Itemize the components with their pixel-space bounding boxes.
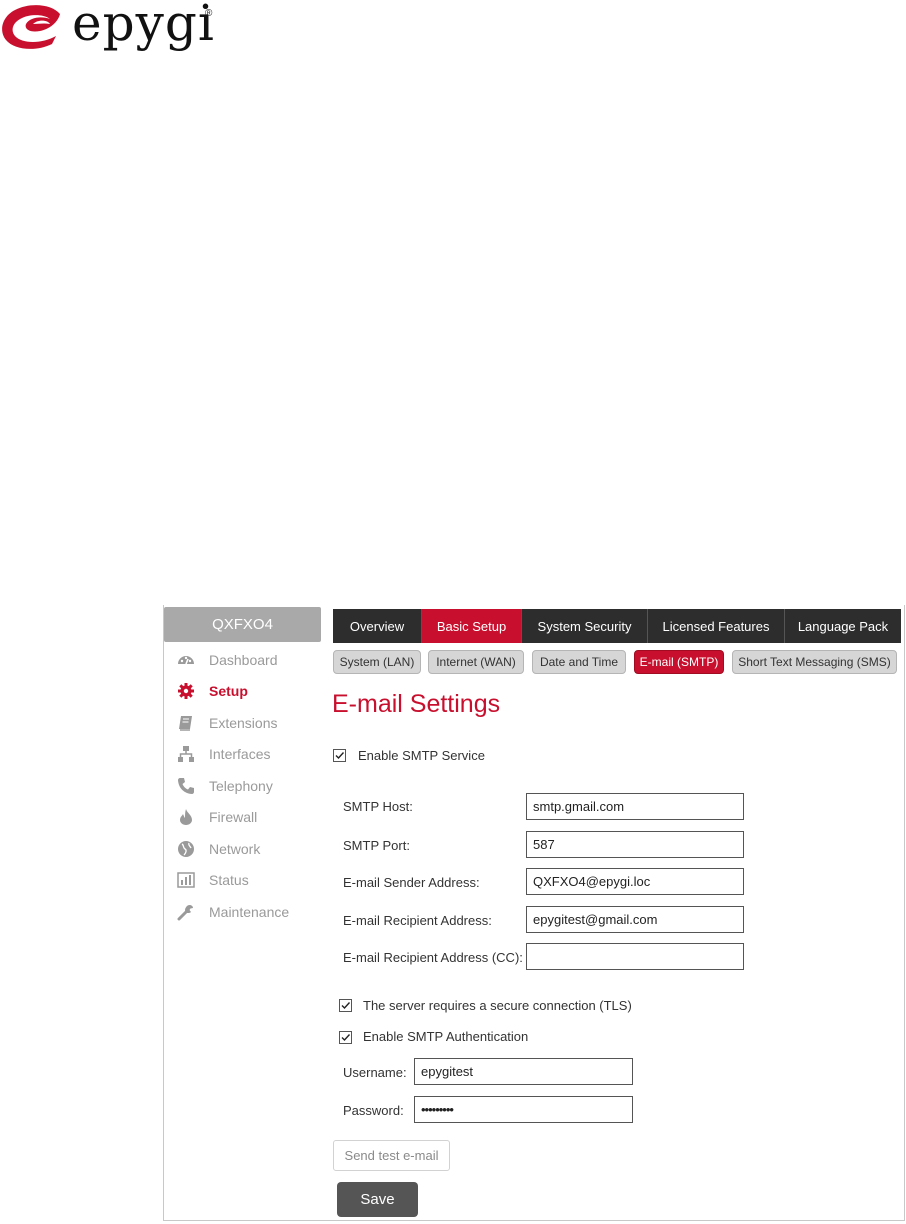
smtp-host-label: SMTP Host: [343,799,413,814]
smtp-port-input[interactable]: 587 [526,831,744,858]
wrench-icon [176,903,196,921]
sidebar-item-label: Maintenance [209,903,290,920]
device-name: QXFXO4 [164,607,321,642]
recipient-address-label: E-mail Recipient Address: [343,913,492,928]
sender-address-label: E-mail Sender Address: [343,875,480,890]
bar-chart-icon [176,871,196,889]
phone-icon [176,777,196,795]
sidebar-item-label: Extensions [209,714,278,731]
sidebar-item-label: Dashboard [209,651,278,668]
subtab-system-lan[interactable]: System (LAN) [333,650,421,674]
subtab-internet-wan[interactable]: Internet (WAN) [428,650,524,674]
recipient-address-input[interactable]: epygitest@gmail.com [526,906,744,933]
checkmark-icon [341,1034,351,1042]
sidebar-item-label: Telephony [209,777,273,794]
subtab-sms[interactable]: Short Text Messaging (SMS) [732,650,897,674]
top-nav: Overview Basic Setup System Security Lic… [333,609,901,643]
sidebar-item-label: Status [209,872,249,889]
page-title: E-mail Settings [332,690,501,718]
tab-licensed-features[interactable]: Licensed Features [648,609,785,643]
username-input[interactable]: epygitest [414,1058,633,1085]
sidebar-item-telephony[interactable]: Telephony [176,770,326,802]
dashboard-icon [176,651,196,669]
fire-icon [176,808,196,826]
sidebar-item-label: Setup [209,683,248,700]
sidebar-item-label: Interfaces [209,746,271,763]
subtab-email-smtp[interactable]: E-mail (SMTP) [634,650,724,674]
sidebar-item-dashboard[interactable]: Dashboard [176,644,326,676]
sidebar-item-setup[interactable]: Setup [176,676,326,708]
subtab-date-time[interactable]: Date and Time [532,650,626,674]
recipient-cc-input[interactable] [526,943,744,970]
password-label: Password: [343,1103,404,1118]
checkmark-icon [335,752,345,760]
tab-overview[interactable]: Overview [333,609,422,643]
smtp-auth-checkbox[interactable] [339,1031,352,1044]
sidebar: Dashboard Setup Extensions Interfaces Te… [176,644,326,928]
smtp-auth-label: Enable SMTP Authentication [363,1029,529,1044]
smtp-port-label: SMTP Port: [343,838,410,853]
enable-smtp-label: Enable SMTP Service [358,748,485,763]
sidebar-item-status[interactable]: Status [176,865,326,897]
sidebar-item-interfaces[interactable]: Interfaces [176,739,326,771]
send-test-email-button[interactable]: Send test e-mail [333,1140,450,1171]
sidebar-item-firewall[interactable]: Firewall [176,802,326,834]
sidebar-item-label: Network [209,840,261,857]
checkmark-icon [341,1002,351,1010]
save-button[interactable]: Save [337,1182,418,1217]
sidebar-item-extensions[interactable]: Extensions [176,707,326,739]
tab-basic-setup[interactable]: Basic Setup [422,609,522,643]
tab-system-security[interactable]: System Security [522,609,648,643]
registered-mark: ® [205,8,213,19]
gear-icon [176,682,196,700]
epygi-logo-mark-icon [2,5,61,49]
sidebar-item-network[interactable]: Network [176,833,326,865]
sidebar-item-maintenance[interactable]: Maintenance [176,896,326,928]
tls-checkbox[interactable] [339,999,352,1012]
enable-smtp-checkbox[interactable] [333,749,346,762]
tab-language-pack[interactable]: Language Pack [785,609,901,643]
recipient-cc-label: E-mail Recipient Address (CC): [343,950,523,965]
sender-address-input[interactable]: QXFXO4@epygi.loc [526,868,744,895]
smtp-host-input[interactable]: smtp.gmail.com [526,793,744,820]
tls-label: The server requires a secure connection … [363,998,632,1013]
username-label: Username: [343,1065,407,1080]
password-input[interactable]: ••••••••• [414,1096,633,1123]
sitemap-icon [176,745,196,763]
book-icon [176,714,196,732]
sidebar-item-label: Firewall [209,809,258,826]
epygi-logo: epygi ® [0,0,230,56]
globe-icon [176,840,196,858]
brand-name: epygi [72,0,215,52]
